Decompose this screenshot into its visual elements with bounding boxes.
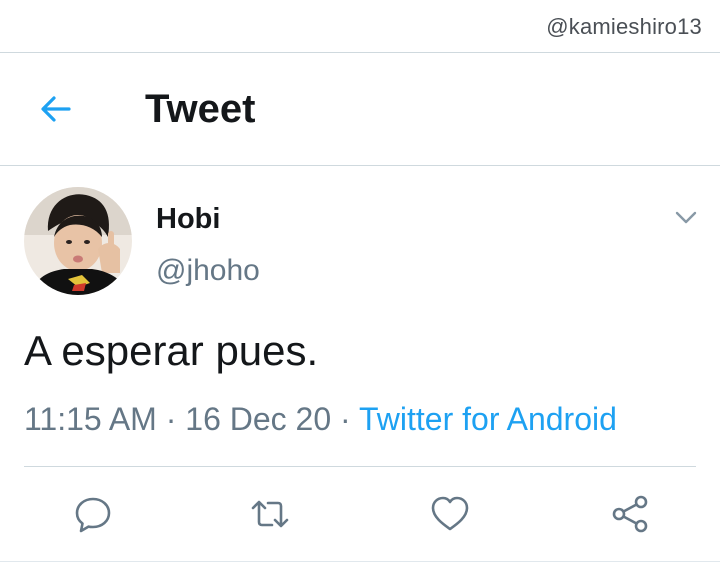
share-button[interactable] <box>608 492 652 536</box>
avatar[interactable] <box>24 187 132 295</box>
tweet-text: A esperar pues. <box>24 327 319 374</box>
retweet-icon <box>251 500 289 528</box>
like-icon <box>431 496 469 531</box>
avatar-image <box>24 187 132 295</box>
tweet-header: Tweet <box>0 53 720 165</box>
arrow-left-icon <box>41 96 71 122</box>
like-button[interactable] <box>428 492 472 536</box>
bottom-divider <box>0 561 720 562</box>
header-divider <box>0 165 720 166</box>
tweet-options-button[interactable] <box>672 203 700 231</box>
chevron-down-icon <box>675 211 697 224</box>
meta-separator: · <box>165 401 177 437</box>
tweet-source-link[interactable]: Twitter for Android <box>359 401 617 437</box>
watermark-username: @kamieshiro13 <box>546 14 702 39</box>
page-title: Tweet <box>145 87 256 131</box>
tweet-date: 16 Dec 20 <box>185 401 332 437</box>
reply-button[interactable] <box>71 492 115 536</box>
back-button[interactable] <box>30 83 82 135</box>
actions-divider <box>24 466 696 467</box>
meta-separator: · <box>340 401 351 437</box>
author-display-name[interactable]: Hobi <box>156 203 220 236</box>
author-username[interactable]: @jhoho <box>156 254 260 288</box>
retweet-button[interactable] <box>248 492 292 536</box>
reply-icon <box>75 497 111 533</box>
tweet-meta: 11:15 AM · 16 Dec 20 · Twitter for Andro… <box>24 401 617 438</box>
share-icon <box>612 495 648 533</box>
tweet-time: 11:15 AM <box>24 401 157 437</box>
